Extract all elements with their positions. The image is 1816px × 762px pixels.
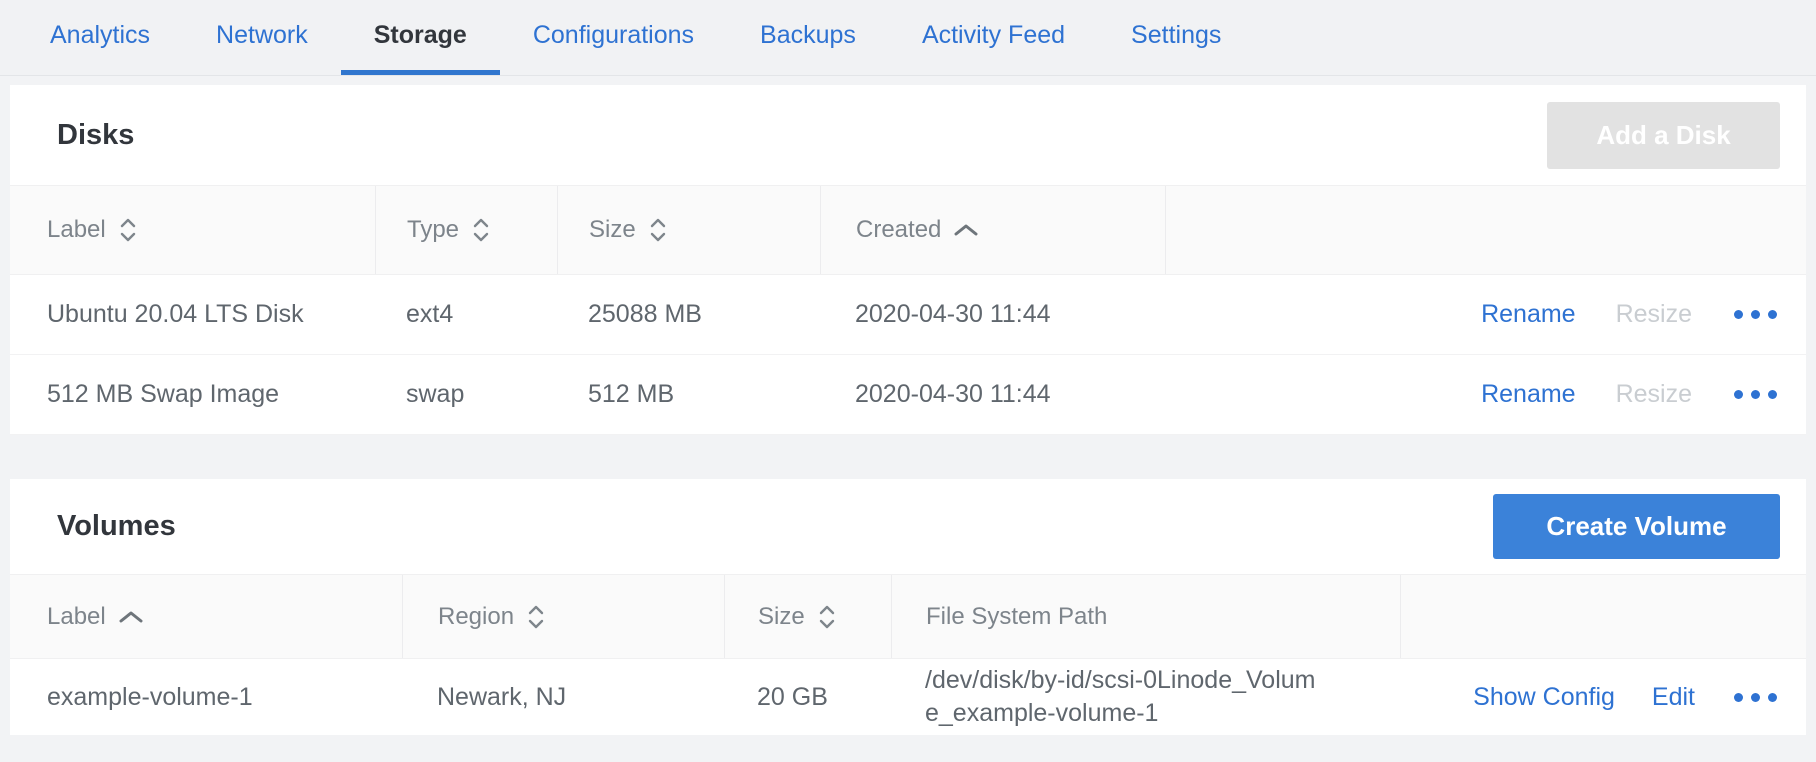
- disk-row-actions: Rename Resize: [1165, 275, 1806, 354]
- disks-table: Label Type Size Created Ubuntu 20.04 LTS…: [10, 185, 1806, 435]
- sort-chevron-up-down-icon: [648, 217, 668, 243]
- rename-link[interactable]: Rename: [1481, 300, 1576, 329]
- disks-sort-label[interactable]: Label: [10, 186, 375, 274]
- ellipsis-icon[interactable]: [1732, 304, 1779, 325]
- ellipsis-icon[interactable]: [1732, 687, 1779, 708]
- tab-storage[interactable]: Storage: [341, 0, 500, 75]
- sort-chevron-up-down-icon: [471, 217, 491, 243]
- volumes-column-size: Size: [758, 603, 805, 631]
- disks-title: Disks: [57, 119, 134, 152]
- disk-row-swap: 512 MB Swap Image swap 512 MB 2020-04-30…: [10, 355, 1806, 435]
- volumes-title: Volumes: [57, 510, 176, 543]
- disks-column-label: Label: [47, 216, 106, 244]
- disk-label: 512 MB Swap Image: [10, 380, 375, 409]
- disks-panel-header: Disks Add a Disk: [10, 85, 1806, 185]
- disks-panel: Disks Add a Disk Label Type Size Created: [10, 85, 1806, 435]
- volumes-column-path-label: File System Path: [926, 603, 1107, 631]
- disk-created: 2020-04-30 11:44: [820, 300, 1165, 329]
- volumes-column-label: Label: [47, 603, 106, 631]
- sort-chevron-up-down-icon: [118, 217, 138, 243]
- add-a-disk-button[interactable]: Add a Disk: [1547, 102, 1780, 169]
- sort-chevron-up-icon: [953, 223, 979, 237]
- volume-region: Newark, NJ: [402, 683, 724, 712]
- disk-label: Ubuntu 20.04 LTS Disk: [10, 300, 375, 329]
- disk-row-actions: Rename Resize: [1165, 355, 1806, 434]
- tab-analytics[interactable]: Analytics: [17, 0, 183, 75]
- edit-link[interactable]: Edit: [1652, 683, 1695, 712]
- disks-sort-created[interactable]: Created: [820, 186, 1165, 274]
- volumes-actions-header: [1400, 575, 1806, 658]
- disks-sort-type[interactable]: Type: [375, 186, 557, 274]
- volumes-sort-region[interactable]: Region: [402, 575, 724, 658]
- volume-size: 20 GB: [724, 683, 891, 712]
- volumes-table-header: Label Region Size File System Path: [10, 574, 1806, 659]
- create-volume-button[interactable]: Create Volume: [1493, 494, 1780, 559]
- volumes-column-region: Region: [438, 603, 514, 631]
- disks-column-created: Created: [856, 216, 941, 244]
- disk-type: ext4: [375, 300, 557, 329]
- resize-link[interactable]: Resize: [1616, 300, 1692, 329]
- tab-settings[interactable]: Settings: [1098, 0, 1254, 75]
- tab-backups[interactable]: Backups: [727, 0, 889, 75]
- volume-path-text: /dev/disk/by-id/scsi-0Linode_Volume_exam…: [925, 664, 1325, 730]
- volumes-panel-header: Volumes Create Volume: [10, 479, 1806, 574]
- tab-configurations[interactable]: Configurations: [500, 0, 727, 75]
- volumes-column-path: File System Path: [891, 575, 1400, 658]
- tab-network[interactable]: Network: [183, 0, 341, 75]
- disks-column-type: Type: [407, 216, 459, 244]
- volume-path: /dev/disk/by-id/scsi-0Linode_Volume_exam…: [891, 664, 1400, 730]
- volume-row-actions: Show Config Edit: [1400, 659, 1806, 735]
- disks-sort-size[interactable]: Size: [557, 186, 820, 274]
- disk-size: 512 MB: [557, 380, 820, 409]
- disks-actions-header: [1165, 186, 1806, 274]
- ellipsis-icon[interactable]: [1732, 384, 1779, 405]
- rename-link[interactable]: Rename: [1481, 380, 1576, 409]
- detail-tabs: Analytics Network Storage Configurations…: [0, 0, 1816, 76]
- disks-column-size: Size: [589, 216, 636, 244]
- sort-chevron-up-down-icon: [526, 604, 546, 630]
- volumes-table: Label Region Size File System Path examp…: [10, 574, 1806, 735]
- resize-link[interactable]: Resize: [1616, 380, 1692, 409]
- volumes-sort-label[interactable]: Label: [10, 575, 402, 658]
- sort-chevron-up-down-icon: [817, 604, 837, 630]
- show-config-link[interactable]: Show Config: [1473, 683, 1615, 712]
- disks-table-header: Label Type Size Created: [10, 185, 1806, 275]
- disk-row-ubuntu: Ubuntu 20.04 LTS Disk ext4 25088 MB 2020…: [10, 275, 1806, 355]
- volume-label: example-volume-1: [10, 683, 402, 712]
- sort-chevron-up-icon: [118, 610, 144, 624]
- disk-created: 2020-04-30 11:44: [820, 380, 1165, 409]
- volumes-sort-size[interactable]: Size: [724, 575, 891, 658]
- tab-activity-feed[interactable]: Activity Feed: [889, 0, 1098, 75]
- disk-size: 25088 MB: [557, 300, 820, 329]
- disk-type: swap: [375, 380, 557, 409]
- volume-row: example-volume-1 Newark, NJ 20 GB /dev/d…: [10, 659, 1806, 735]
- volumes-panel: Volumes Create Volume Label Region Size …: [10, 479, 1806, 735]
